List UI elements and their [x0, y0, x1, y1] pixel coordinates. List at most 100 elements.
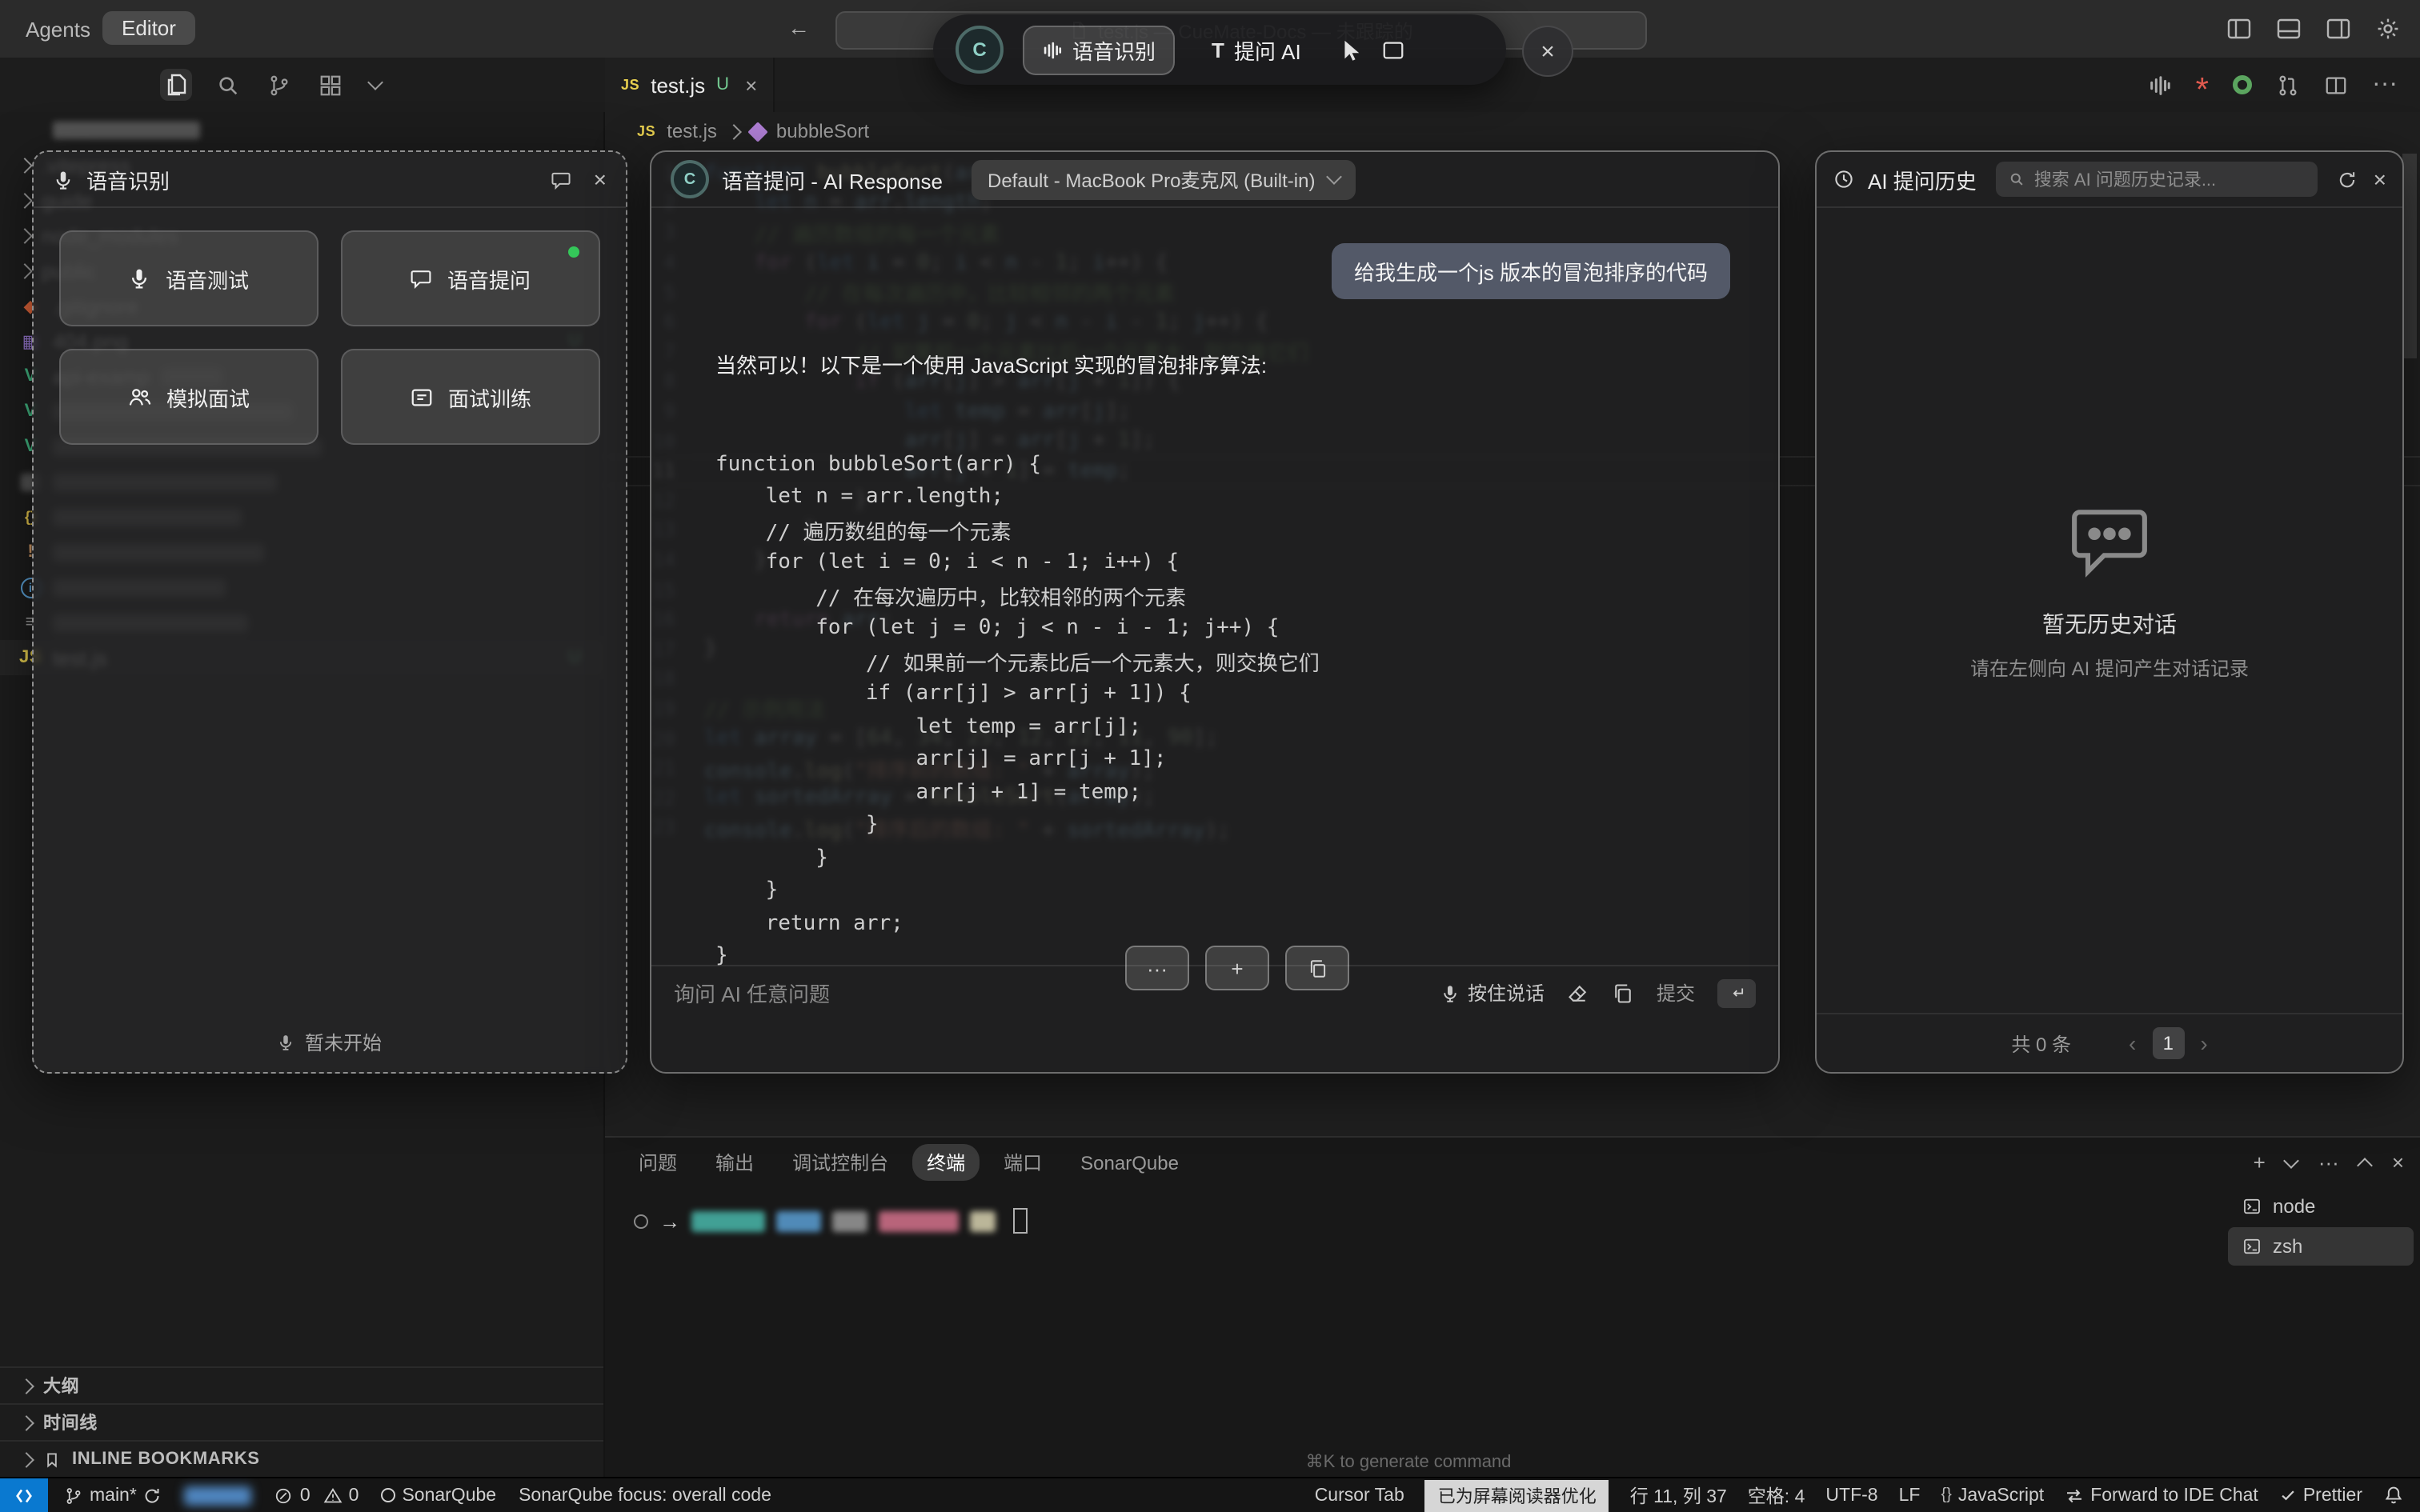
mock-interview-label: 模拟面试	[166, 382, 250, 412]
submit-button[interactable]: 提交	[1657, 979, 1695, 1006]
layout-sidebar-right-icon[interactable]	[2326, 16, 2351, 42]
card-icon	[410, 385, 434, 409]
notifications-bell-icon[interactable]	[2383, 1485, 2404, 1506]
code-line: }	[715, 874, 1320, 907]
terminal-prompt[interactable]: →	[634, 1208, 1028, 1234]
close-overlay-button[interactable]: ×	[1522, 26, 1573, 77]
ai-response-panel: C 语音提问 - AI Response Default - MacBook P…	[650, 150, 1780, 1074]
voice-ask-button[interactable]: 语音提问	[341, 230, 600, 326]
menu-agents[interactable]: Agents	[26, 18, 90, 42]
screen-frame-icon[interactable]	[1381, 38, 1405, 62]
section-outline[interactable]: 大纲	[0, 1366, 603, 1403]
tab-ports[interactable]: 端口	[989, 1144, 1056, 1181]
ai-question-input[interactable]: 询问 AI 任意问题	[674, 978, 1418, 1008]
encoding-status[interactable]: UTF-8	[1825, 1486, 1877, 1505]
close-panel-icon[interactable]: ×	[2392, 1150, 2404, 1174]
hold-to-talk-label: 按住说话	[1468, 979, 1545, 1006]
back-button[interactable]: ←	[787, 14, 810, 40]
extension-star-icon[interactable]: *	[2196, 82, 2209, 98]
close-tab-icon[interactable]: ×	[745, 73, 757, 97]
settings-gear-icon[interactable]	[2375, 16, 2401, 42]
empty-title: 暂无历史对话	[2042, 608, 2177, 640]
close-voice-panel-icon[interactable]: ×	[594, 166, 607, 192]
history-footer: 共 0 条 ‹ 1 ›	[1817, 1013, 2402, 1072]
panel-more-icon[interactable]: ···	[2318, 1150, 2339, 1174]
enter-key-icon[interactable]	[1717, 978, 1756, 1007]
section-timeline[interactable]: 时间线	[0, 1403, 603, 1440]
terminal-dropdown-icon[interactable]	[2284, 1152, 2300, 1168]
warning-icon	[323, 1486, 343, 1505]
breadcrumb-file[interactable]: test.js	[667, 120, 717, 142]
remote-indicator[interactable]	[0, 1478, 48, 1512]
layout-sidebar-left-icon[interactable]	[2226, 16, 2252, 42]
voice-recognition-button[interactable]: 语音识别	[1023, 25, 1175, 74]
more-actions-icon[interactable]: ···	[2372, 70, 2398, 99]
editor-tab-testjs[interactable]: JS test.js U ×	[605, 58, 775, 112]
prettier-status[interactable]: Prettier	[2279, 1486, 2362, 1505]
microphone-icon	[53, 169, 74, 190]
pull-request-icon[interactable]	[2276, 73, 2300, 97]
problems-status[interactable]: 0 0	[274, 1486, 359, 1505]
section-inline-bookmarks[interactable]: INLINE BOOKMARKS	[0, 1440, 603, 1477]
symbol-icon	[747, 121, 767, 141]
ask-ai-label: 提问 AI	[1234, 34, 1301, 65]
language-status[interactable]: {} JavaScript	[1941, 1486, 2044, 1505]
cursor-position-status[interactable]: 行 11, 列 37	[1630, 1482, 1727, 1508]
sonarqube-status[interactable]: SonarQube	[381, 1486, 496, 1505]
voice-test-button[interactable]: 语音测试	[59, 230, 319, 326]
cuemate-floating-toolbar[interactable]: C 语音识别 T 提问 AI	[933, 14, 1506, 85]
git-branch-status[interactable]: main*	[64, 1486, 162, 1505]
explorer-icon[interactable]	[160, 69, 192, 101]
chat-icon[interactable]	[551, 169, 571, 190]
code-line: function bubbleSort(arr) {	[715, 448, 1320, 481]
extensions-icon[interactable]	[319, 73, 343, 97]
refresh-icon[interactable]	[2337, 169, 2358, 190]
eol-status[interactable]: LF	[1899, 1486, 1921, 1505]
cursor-tab-status[interactable]: Cursor Tab	[1315, 1486, 1404, 1505]
breadcrumb-symbol[interactable]: bubbleSort	[776, 120, 869, 142]
waveform-icon[interactable]	[2148, 73, 2172, 97]
layout-panel-icon[interactable]	[2276, 16, 2302, 42]
next-page-icon[interactable]: ›	[2200, 1030, 2207, 1056]
voice-panel-title: 语音识别	[86, 164, 170, 194]
split-editor-icon[interactable]	[2324, 73, 2348, 97]
new-terminal-icon[interactable]: +	[2254, 1150, 2266, 1174]
tab-debug-console[interactable]: 调试控制台	[778, 1144, 903, 1181]
source-control-icon[interactable]	[267, 73, 291, 97]
chevron-down-icon[interactable]	[367, 74, 383, 90]
current-page[interactable]: 1	[2152, 1027, 2184, 1059]
tab-sonarqube[interactable]: SonarQube	[1066, 1146, 1193, 1178]
maximize-panel-icon[interactable]	[2358, 1157, 2374, 1173]
pointer-cursor-icon[interactable]	[1338, 38, 1362, 62]
chevron-down-icon	[1326, 169, 1342, 185]
sonarqube-focus-status[interactable]: SonarQube focus: overall code	[519, 1486, 771, 1505]
interview-training-button[interactable]: 面试训练	[341, 349, 600, 445]
history-search-input[interactable]: 搜索 AI 问题历史记录...	[1996, 162, 2318, 197]
menu-editor-active[interactable]: Editor	[102, 11, 195, 45]
bookmark-icon	[43, 1450, 61, 1468]
eraser-icon[interactable]	[1567, 982, 1589, 1004]
terminal-item-zsh[interactable]: zsh	[2228, 1227, 2414, 1266]
prev-page-icon[interactable]: ‹	[2129, 1030, 2136, 1056]
search-icon[interactable]	[216, 73, 240, 97]
copy-icon[interactable]	[1612, 982, 1634, 1004]
ask-ai-button[interactable]: T 提问 AI	[1194, 26, 1319, 73]
tab-terminal[interactable]: 终端	[912, 1144, 980, 1181]
indentation-status[interactable]: 空格: 4	[1748, 1482, 1805, 1508]
tab-output[interactable]: 输出	[701, 1144, 768, 1181]
mock-interview-button[interactable]: 模拟面试	[59, 349, 319, 445]
close-history-panel-icon[interactable]: ×	[2374, 166, 2386, 192]
assistant-logo-icon[interactable]	[2233, 75, 2252, 94]
tab-problems[interactable]: 问题	[624, 1144, 691, 1181]
hold-to-talk-button[interactable]: 按住说话	[1440, 979, 1545, 1006]
microphone-icon	[1440, 983, 1460, 1002]
forward-to-chat-status[interactable]: Forward to IDE Chat	[2065, 1486, 2258, 1505]
sonarqube-focus-label: SonarQube focus: overall code	[519, 1486, 771, 1505]
terminal-item-node[interactable]: node	[2228, 1187, 2414, 1226]
editor-scrollbar[interactable]	[2402, 154, 2417, 358]
tree-item-blurred[interactable]	[0, 112, 603, 147]
history-panel-title: AI 提问历史	[1868, 164, 1977, 194]
cuemate-logo-icon: C	[956, 26, 1004, 74]
screen-reader-status[interactable]: 已为屏幕阅读器优化	[1425, 1479, 1609, 1511]
microphone-device-select[interactable]: Default - MacBook Pro麦克风 (Built-in)	[972, 159, 1355, 199]
